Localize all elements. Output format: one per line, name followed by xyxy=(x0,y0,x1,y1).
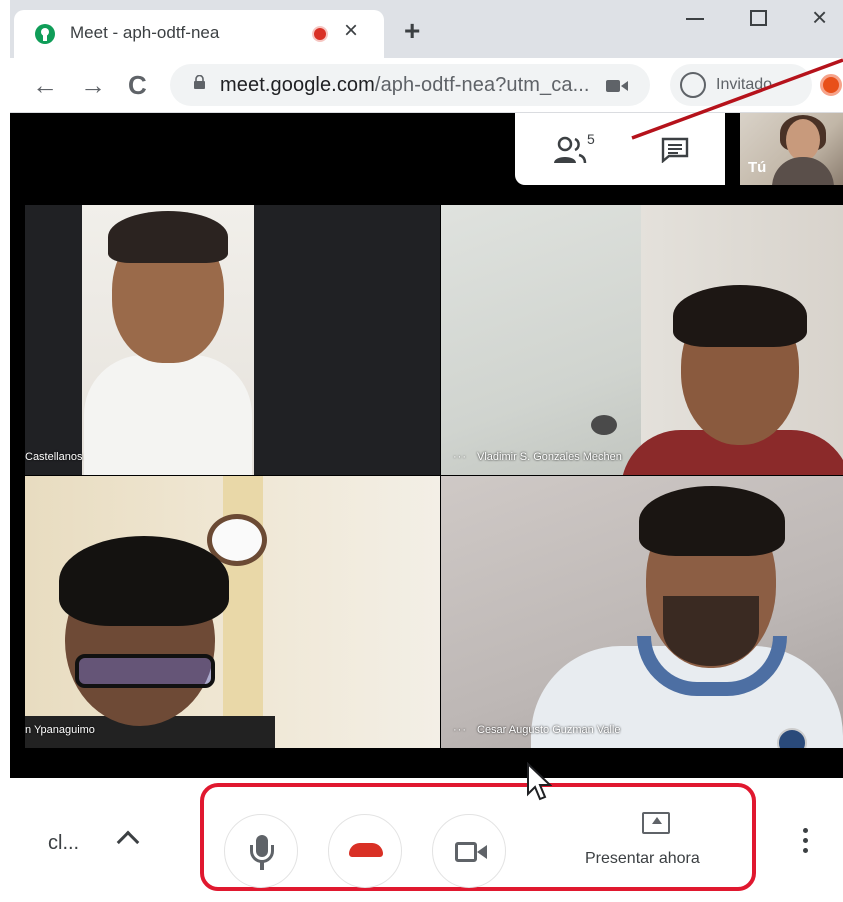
participant-tile[interactable]: ··· Cesar Augusto Guzman Valle xyxy=(441,476,843,748)
meet-favicon-icon xyxy=(35,24,55,44)
video-camera-icon xyxy=(455,842,477,862)
more-vert-icon xyxy=(803,828,808,833)
participant-tile[interactable]: Castellanos xyxy=(25,205,440,475)
more-options-button[interactable] xyxy=(803,828,809,856)
leave-call-button[interactable] xyxy=(328,814,402,888)
forward-button[interactable]: → xyxy=(80,72,106,98)
window-maximize-button[interactable] xyxy=(750,10,767,26)
people-count-badge: 5 xyxy=(587,131,595,147)
url-host: meet.google.com xyxy=(220,74,375,96)
hang-up-icon xyxy=(349,843,383,857)
mouse-pointer-icon xyxy=(527,762,552,801)
chevron-up-icon[interactable] xyxy=(116,830,140,854)
screen-root: Meet - aph-odtf-nea × + × ← → C meet.goo… xyxy=(0,0,843,902)
present-screen-icon[interactable] xyxy=(642,812,670,834)
meeting-stage: 5 Tú Castellanos ··· Vladimir S. Gonzale… xyxy=(10,113,843,778)
address-bar[interactable]: meet.google.com/aph-odtf-nea?utm_ca... xyxy=(170,64,650,106)
participant-more-icon[interactable]: ··· xyxy=(453,451,467,463)
participant-name: Vladimir S. Gonzales Mechen xyxy=(477,451,622,463)
participant-tile[interactable]: ··· Vladimir S. Gonzales Mechen xyxy=(441,205,843,475)
participant-name: n Ypanaguimo xyxy=(25,724,95,736)
tab-title: Meet - aph-odtf-nea xyxy=(70,23,220,42)
chat-icon[interactable] xyxy=(661,137,689,163)
window-minimize-button[interactable] xyxy=(686,18,704,20)
back-button[interactable]: ← xyxy=(32,72,58,98)
meeting-details-label[interactable]: cl... xyxy=(48,832,79,855)
browser-tab-meet[interactable]: Meet - aph-odtf-nea × xyxy=(14,10,384,58)
meeting-control-bar: cl... Presentar ahora xyxy=(10,778,843,902)
profile-button[interactable]: Invitado xyxy=(670,64,812,106)
guest-profile-icon xyxy=(680,72,706,98)
microphone-button[interactable] xyxy=(224,814,298,888)
extension-icon[interactable] xyxy=(820,74,842,96)
lock-icon xyxy=(194,75,205,89)
participant-name: Cesar Augusto Guzman Valle xyxy=(477,724,621,736)
camera-in-use-icon[interactable] xyxy=(606,79,628,93)
self-view-label: Tú xyxy=(748,159,767,176)
reload-button[interactable]: C xyxy=(128,72,147,98)
browser-toolbar: ← → C meet.google.com/aph-odtf-nea?utm_c… xyxy=(10,58,843,113)
participant-tile[interactable]: n Ypanaguimo xyxy=(25,476,440,748)
self-view-thumbnail[interactable]: Tú xyxy=(740,113,843,185)
recording-indicator-icon xyxy=(314,28,326,40)
participant-more-icon[interactable]: ··· xyxy=(453,724,467,736)
url-path: /aph-odtf-nea?utm_ca... xyxy=(374,74,590,96)
participant-name-row: ··· Vladimir S. Gonzales Mechen xyxy=(441,451,622,463)
participant-name-row: ··· Cesar Augusto Guzman Valle xyxy=(441,724,620,736)
participant-name: Castellanos xyxy=(25,451,83,463)
meeting-top-panel: 5 xyxy=(515,113,725,185)
profile-label: Invitado xyxy=(716,76,773,93)
url-text: meet.google.com/aph-odtf-nea?utm_ca... xyxy=(220,74,590,97)
present-now-button[interactable]: Presentar ahora xyxy=(585,850,700,868)
camera-button[interactable] xyxy=(432,814,506,888)
new-tab-button[interactable]: + xyxy=(404,17,420,45)
people-icon[interactable] xyxy=(553,135,591,165)
participant-video xyxy=(82,205,254,475)
window-close-button[interactable]: × xyxy=(812,2,827,33)
tab-close-button[interactable]: × xyxy=(344,19,358,43)
stage-bottom-strip xyxy=(10,753,843,778)
tab-strip: Meet - aph-odtf-nea × + × xyxy=(10,0,843,58)
